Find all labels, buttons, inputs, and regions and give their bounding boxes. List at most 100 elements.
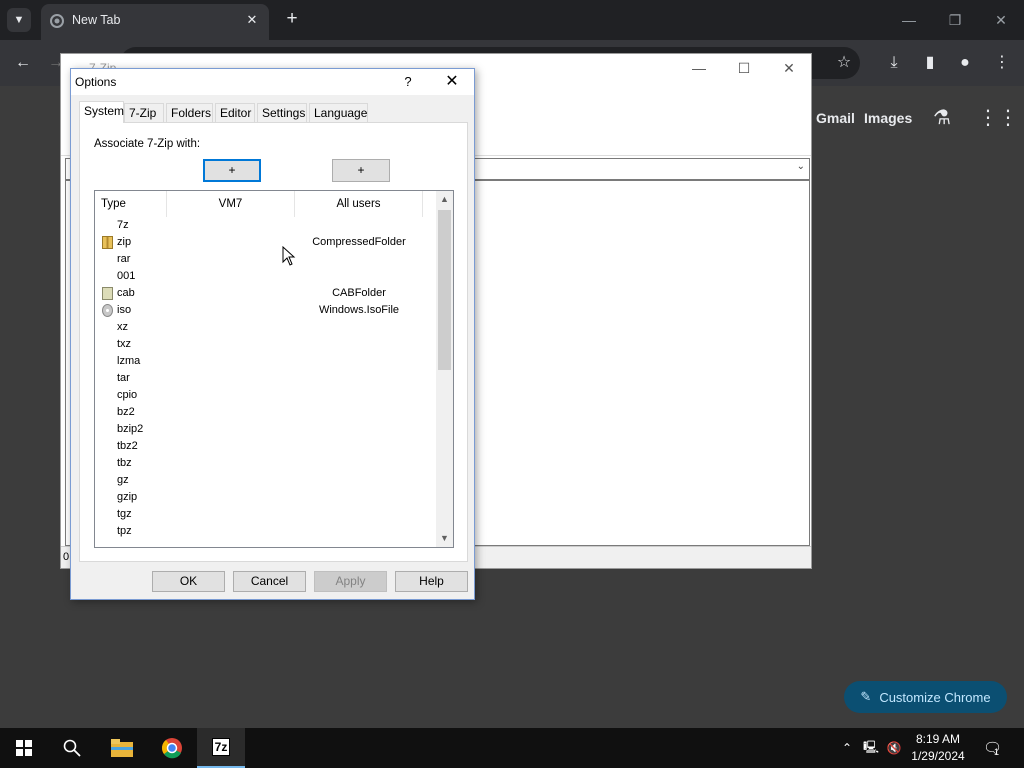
apply-button[interactable]: Apply bbox=[314, 571, 387, 592]
help-button[interactable]: Help bbox=[395, 571, 468, 592]
list-item[interactable]: 001 bbox=[95, 268, 435, 285]
restore-icon[interactable]: ❐ bbox=[935, 6, 975, 34]
list-item[interactable]: bzip2 bbox=[95, 421, 435, 438]
column-vm7[interactable]: VM7 bbox=[167, 191, 295, 217]
list-vertical-scrollbar[interactable]: ▲ ▼ bbox=[436, 191, 453, 547]
list-item[interactable]: tar bbox=[95, 370, 435, 387]
all-users-cell: CABFolder bbox=[332, 287, 386, 299]
scroll-down-arrow-icon[interactable]: ▼ bbox=[436, 530, 453, 547]
file-explorer-folder-icon[interactable] bbox=[98, 728, 146, 768]
labs-flask-icon[interactable]: ⚗ bbox=[930, 106, 954, 130]
type-cell: 001 bbox=[117, 270, 136, 282]
back-arrow-icon[interactable]: ← bbox=[11, 51, 35, 75]
all-users-cell: Windows.IsoFile bbox=[318, 304, 400, 316]
type-cell: xz bbox=[117, 321, 128, 333]
tab-settings[interactable]: Settings bbox=[257, 103, 307, 123]
fm-close-icon[interactable]: ✕ bbox=[767, 56, 811, 80]
tab-7zip[interactable]: 7-Zip bbox=[124, 103, 164, 123]
type-cell: tbz bbox=[117, 457, 132, 469]
list-item[interactable]: iso Windows.IsoFile bbox=[95, 302, 435, 319]
cancel-button[interactable]: Cancel bbox=[233, 571, 306, 592]
notification-center-icon[interactable]: 🗨 1 bbox=[980, 728, 1010, 768]
type-cell: bzip2 bbox=[117, 423, 144, 435]
associate-label: Associate 7-Zip with: bbox=[94, 138, 201, 150]
images-link[interactable]: Images bbox=[864, 110, 912, 126]
tray-overflow-chevron-icon[interactable]: ⌃ bbox=[838, 728, 856, 768]
start-windows-icon[interactable] bbox=[0, 728, 48, 768]
fm-minimize-icon[interactable]: — bbox=[677, 56, 721, 80]
cab-file-icon bbox=[102, 287, 113, 300]
profile-icon[interactable]: ● bbox=[953, 51, 977, 75]
menu-kebab-icon[interactable]: ⋮ bbox=[990, 51, 1014, 75]
options-dialog: Options ? ✕ System 7-Zip Folders Editor … bbox=[70, 68, 475, 600]
clock-time: 8:19 AM bbox=[915, 732, 961, 746]
dialog-titlebar: Options ? ✕ bbox=[71, 69, 474, 95]
column-all-users[interactable]: All users bbox=[295, 191, 423, 217]
ok-button[interactable]: OK bbox=[152, 571, 225, 592]
chevron-down-icon: ▼ bbox=[13, 14, 25, 26]
fm-dropdown-chevron-icon[interactable]: ⌄ bbox=[797, 161, 805, 172]
column-type[interactable]: Type bbox=[95, 191, 167, 217]
dialog-title: Options bbox=[75, 75, 117, 89]
list-item[interactable]: gz bbox=[95, 472, 435, 489]
sevenzip-app-icon[interactable]: 7z bbox=[197, 728, 245, 768]
notification-count: 1 bbox=[994, 747, 1000, 757]
tab-close-icon[interactable]: ✕ bbox=[243, 11, 261, 29]
type-cell: txz bbox=[117, 338, 132, 350]
tab-system[interactable]: System bbox=[79, 101, 124, 123]
sevenzip-logo: 7z bbox=[211, 738, 231, 756]
download-icon[interactable]: ⤓ bbox=[882, 51, 906, 75]
search-icon[interactable] bbox=[48, 728, 96, 768]
list-item[interactable]: cpio bbox=[95, 387, 435, 404]
type-cell: tbz2 bbox=[117, 440, 138, 452]
minimize-icon[interactable]: — bbox=[889, 6, 929, 34]
list-item[interactable]: txz bbox=[95, 336, 435, 353]
list-item[interactable]: tpz bbox=[95, 523, 435, 540]
list-item[interactable]: zip CompressedFolder bbox=[95, 234, 435, 251]
customize-chrome-button[interactable]: ✎ Customize Chrome bbox=[844, 681, 1007, 713]
gmail-link[interactable]: Gmail bbox=[816, 110, 855, 126]
associate-all-users-button[interactable]: + bbox=[332, 159, 390, 182]
chrome-tab-strip: ▼ New Tab ✕ + — ❐ ✕ bbox=[0, 0, 1024, 40]
fm-maximize-icon[interactable]: ☐ bbox=[722, 56, 766, 80]
tab-language[interactable]: Language bbox=[309, 103, 368, 123]
tab-search-button[interactable]: ▼ bbox=[7, 8, 31, 32]
list-item[interactable]: gzip bbox=[95, 489, 435, 506]
taskbar-clock[interactable]: 8:19 AM 1/29/2024 bbox=[900, 731, 976, 765]
associate-current-user-button[interactable]: + bbox=[203, 159, 261, 182]
scroll-up-arrow-icon[interactable]: ▲ bbox=[436, 191, 453, 208]
dialog-close-icon[interactable]: ✕ bbox=[436, 70, 468, 94]
chrome-favicon-icon bbox=[50, 14, 64, 28]
scroll-thumb[interactable] bbox=[438, 210, 451, 370]
list-item[interactable]: bz2 bbox=[95, 404, 435, 421]
type-cell: gz bbox=[117, 474, 129, 486]
side-panel-icon[interactable]: ▮ bbox=[918, 51, 942, 75]
tab-editor[interactable]: Editor bbox=[215, 103, 255, 123]
type-cell: tgz bbox=[117, 508, 132, 520]
tab-folders[interactable]: Folders bbox=[166, 103, 213, 123]
file-type-association-list[interactable]: Type VM7 All users 7z zip CompressedFolder… bbox=[94, 190, 454, 548]
chrome-app-icon[interactable] bbox=[148, 728, 196, 768]
all-users-cell: CompressedFolder bbox=[312, 236, 406, 248]
apps-grid-icon[interactable]: ⋮⋮⋮ bbox=[978, 106, 1024, 130]
list-item[interactable]: rar bbox=[95, 251, 435, 268]
type-cell: cab bbox=[117, 287, 135, 299]
windows-taskbar: 7z ⌃ 🖳 🔇 8:19 AM 1/29/2024 🗨 1 bbox=[0, 728, 1024, 768]
type-cell: gzip bbox=[117, 491, 138, 503]
close-window-icon[interactable]: ✕ bbox=[981, 6, 1021, 34]
list-item[interactable]: tgz bbox=[95, 506, 435, 523]
list-item[interactable]: 7z bbox=[95, 217, 435, 234]
help-question-icon[interactable]: ? bbox=[397, 70, 419, 94]
list-item[interactable]: lzma bbox=[95, 353, 435, 370]
network-icon[interactable]: 🖳 bbox=[861, 728, 881, 768]
list-item[interactable]: xz bbox=[95, 319, 435, 336]
list-item[interactable]: cab CABFolder bbox=[95, 285, 435, 302]
zip-file-icon bbox=[102, 236, 113, 249]
bookmark-star-icon[interactable]: ☆ bbox=[832, 51, 856, 75]
type-cell: cpio bbox=[117, 389, 138, 401]
new-tab-button[interactable]: + bbox=[280, 8, 304, 32]
list-item[interactable]: tbz2 bbox=[95, 438, 435, 455]
browser-tab-new-tab[interactable]: New Tab ✕ bbox=[41, 4, 269, 40]
type-cell: lzma bbox=[117, 355, 141, 367]
list-item[interactable]: tbz bbox=[95, 455, 435, 472]
